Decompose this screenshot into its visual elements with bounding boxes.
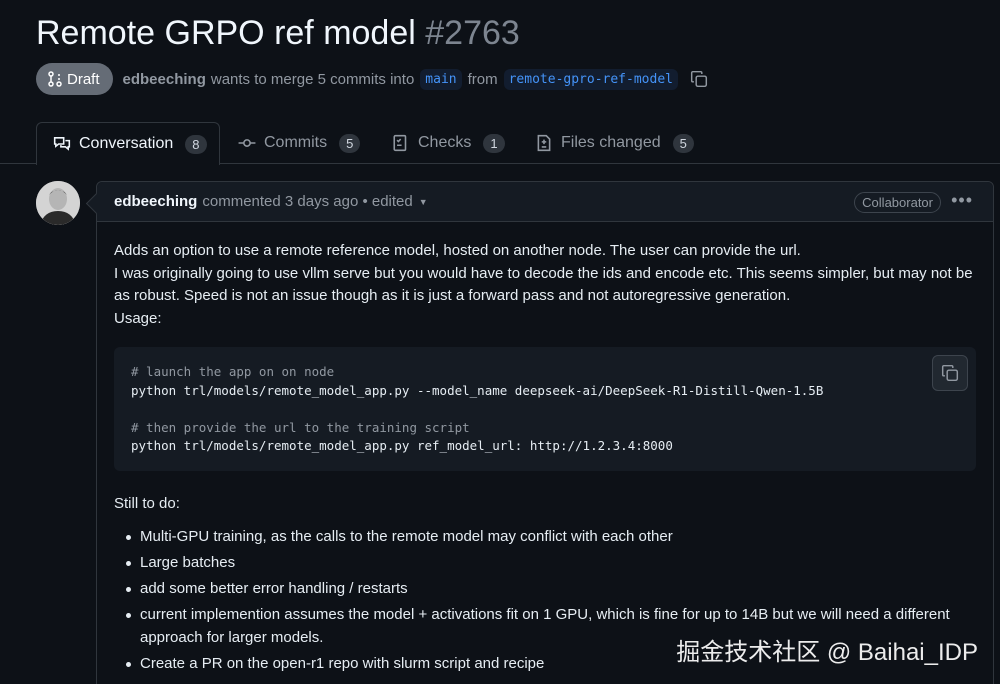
pr-tabs: Conversation 8 Commits 5 Checks 1 Files … [0, 122, 1000, 165]
tab-checks[interactable]: Checks 1 [392, 122, 505, 164]
tab-counter: 8 [185, 134, 207, 154]
collaborator-badge: Collaborator [854, 192, 941, 213]
tab-label: Files changed [561, 134, 661, 151]
tab-label: Checks [418, 134, 472, 151]
list-item: Large batches [114, 552, 976, 575]
comment-discussion-icon [53, 137, 71, 151]
code-line: python trl/models/remote_model_app.py re… [131, 438, 673, 453]
pr-author-link[interactable]: edbeeching [123, 71, 206, 88]
comment-header: edbeeching commented 3 days ago • edited… [97, 182, 993, 222]
git-commit-icon [238, 139, 256, 147]
merge-text: wants to merge 5 commits into [210, 70, 415, 88]
comment-box: edbeeching commented 3 days ago • edited… [96, 181, 994, 684]
checklist-icon [393, 134, 407, 152]
comment-author-link[interactable]: edbeeching [114, 193, 197, 210]
comment-paragraph: Usage: [114, 309, 162, 327]
file-diff-icon [537, 134, 551, 152]
comment-meta[interactable]: commented 3 days ago • edited [202, 193, 412, 210]
tab-counter: 1 [483, 133, 505, 153]
comment-paragraph: Adds an option to use a remote reference… [114, 242, 801, 259]
comment-body: Adds an option to use a remote reference… [114, 240, 976, 672]
tab-counter: 5 [339, 133, 361, 153]
copy-code-button[interactable] [932, 355, 968, 391]
pr-meta: Draft edbeeching wants to merge 5 commit… [36, 63, 708, 95]
copy-branch-icon[interactable] [690, 70, 708, 88]
chevron-down-icon[interactable]: ▼ [419, 197, 428, 207]
tab-label: Commits [264, 134, 328, 151]
pr-title-text: Remote GRPO ref model [36, 14, 416, 52]
todo-heading: Still to do: [114, 495, 180, 512]
from-text: from [467, 70, 498, 88]
tab-counter: 5 [672, 133, 694, 153]
tab-conversation[interactable]: Conversation 8 [36, 122, 220, 165]
copy-icon [941, 364, 959, 382]
pr-title: Remote GRPO ref model #2763 [36, 14, 520, 53]
avatar[interactable] [36, 181, 80, 225]
draft-status-badge: Draft [36, 63, 113, 95]
list-item: add some better error handling / restart… [114, 578, 976, 601]
list-item: Multi-GPU training, as the calls to the … [114, 526, 976, 549]
avatar-image [36, 181, 80, 225]
tab-files-changed[interactable]: Files changed 5 [535, 122, 694, 164]
pr-number: #2763 [425, 14, 520, 52]
head-branch[interactable]: remote-gpro-ref-model [503, 68, 678, 90]
tab-label: Conversation [79, 135, 174, 152]
watermark-text: 掘金技术社区 @ Baihai_IDP [676, 639, 978, 666]
base-branch[interactable]: main [420, 68, 462, 90]
comment-paragraph: I was originally going to use vllm serve… [114, 264, 973, 305]
git-pull-request-draft-icon [48, 71, 62, 87]
kebab-menu-icon[interactable]: ••• [951, 190, 973, 211]
code-line: # launch the app on on node [131, 364, 335, 379]
code-line: python trl/models/remote_model_app.py --… [131, 382, 824, 398]
code-line: # then provide the url to the training s… [131, 419, 470, 435]
tab-commits[interactable]: Commits 5 [238, 122, 361, 164]
draft-label: Draft [67, 70, 100, 88]
code-block: # launch the app on on node python trl/m… [114, 347, 976, 471]
